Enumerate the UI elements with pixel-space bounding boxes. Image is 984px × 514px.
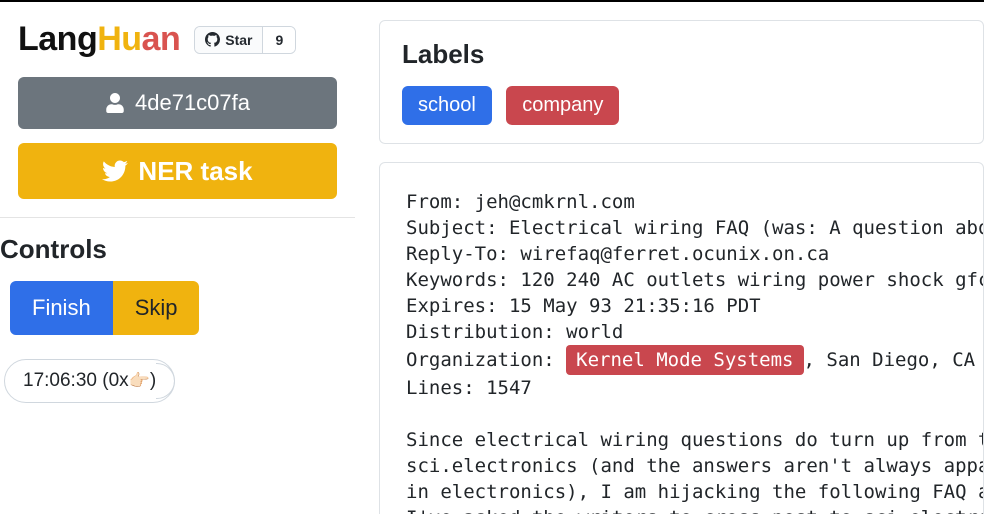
user-icon [105,93,125,113]
app-logo: LangHuan [18,20,180,59]
ner-task-label: NER task [138,156,252,187]
controls-button-group: Finish Skip [10,281,199,335]
sidebar: LangHuan Star 9 4de71c07fa [0,2,355,514]
timestamp-pill[interactable]: 17:06:30 (0x👉🏻) [4,359,175,403]
bird-icon [102,158,128,184]
email-body-text: From: jeh@cmkrnl.com Subject: Electrical… [406,189,983,514]
user-id-text: 4de71c07fa [135,90,250,116]
timestamp-text: 17:06:30 (0x [23,370,129,392]
controls-heading: Controls [0,234,355,265]
skip-button[interactable]: Skip [113,281,200,335]
labels-tag-row: school company [402,86,961,125]
sidebar-divider: Controls Finish Skip 17:06:30 (0x👉🏻) [0,217,355,403]
user-id-button[interactable]: 4de71c07fa [18,77,337,129]
label-tag-company[interactable]: company [506,86,619,125]
labels-panel: Labels school company [379,20,984,144]
brand-row: LangHuan Star 9 [18,20,337,59]
email-panel: From: jeh@cmkrnl.com Subject: Electrical… [379,162,984,514]
hand-emoji-icon: 👉🏻 [129,371,150,391]
logo-part-2: Hu [97,20,141,59]
label-tag-school[interactable]: school [402,86,492,125]
labels-heading: Labels [402,39,961,70]
github-star-count: 9 [263,27,295,53]
logo-part-3: an [142,20,181,59]
finish-button[interactable]: Finish [10,281,113,335]
email-pre-tag: From: jeh@cmkrnl.com Subject: Electrical… [406,191,983,371]
logo-part-1: Lang [18,20,97,59]
github-star-button[interactable]: Star [195,27,263,53]
org-entity-tag[interactable]: Kernel Mode Systems [566,345,803,375]
github-star-badge[interactable]: Star 9 [194,26,296,54]
github-star-label: Star [225,32,252,48]
main-content: Labels school company From: jeh@cmkrnl.c… [355,2,984,514]
github-icon [205,32,220,47]
ner-task-button[interactable]: NER task [18,143,337,199]
timestamp-suffix: ) [150,370,156,392]
